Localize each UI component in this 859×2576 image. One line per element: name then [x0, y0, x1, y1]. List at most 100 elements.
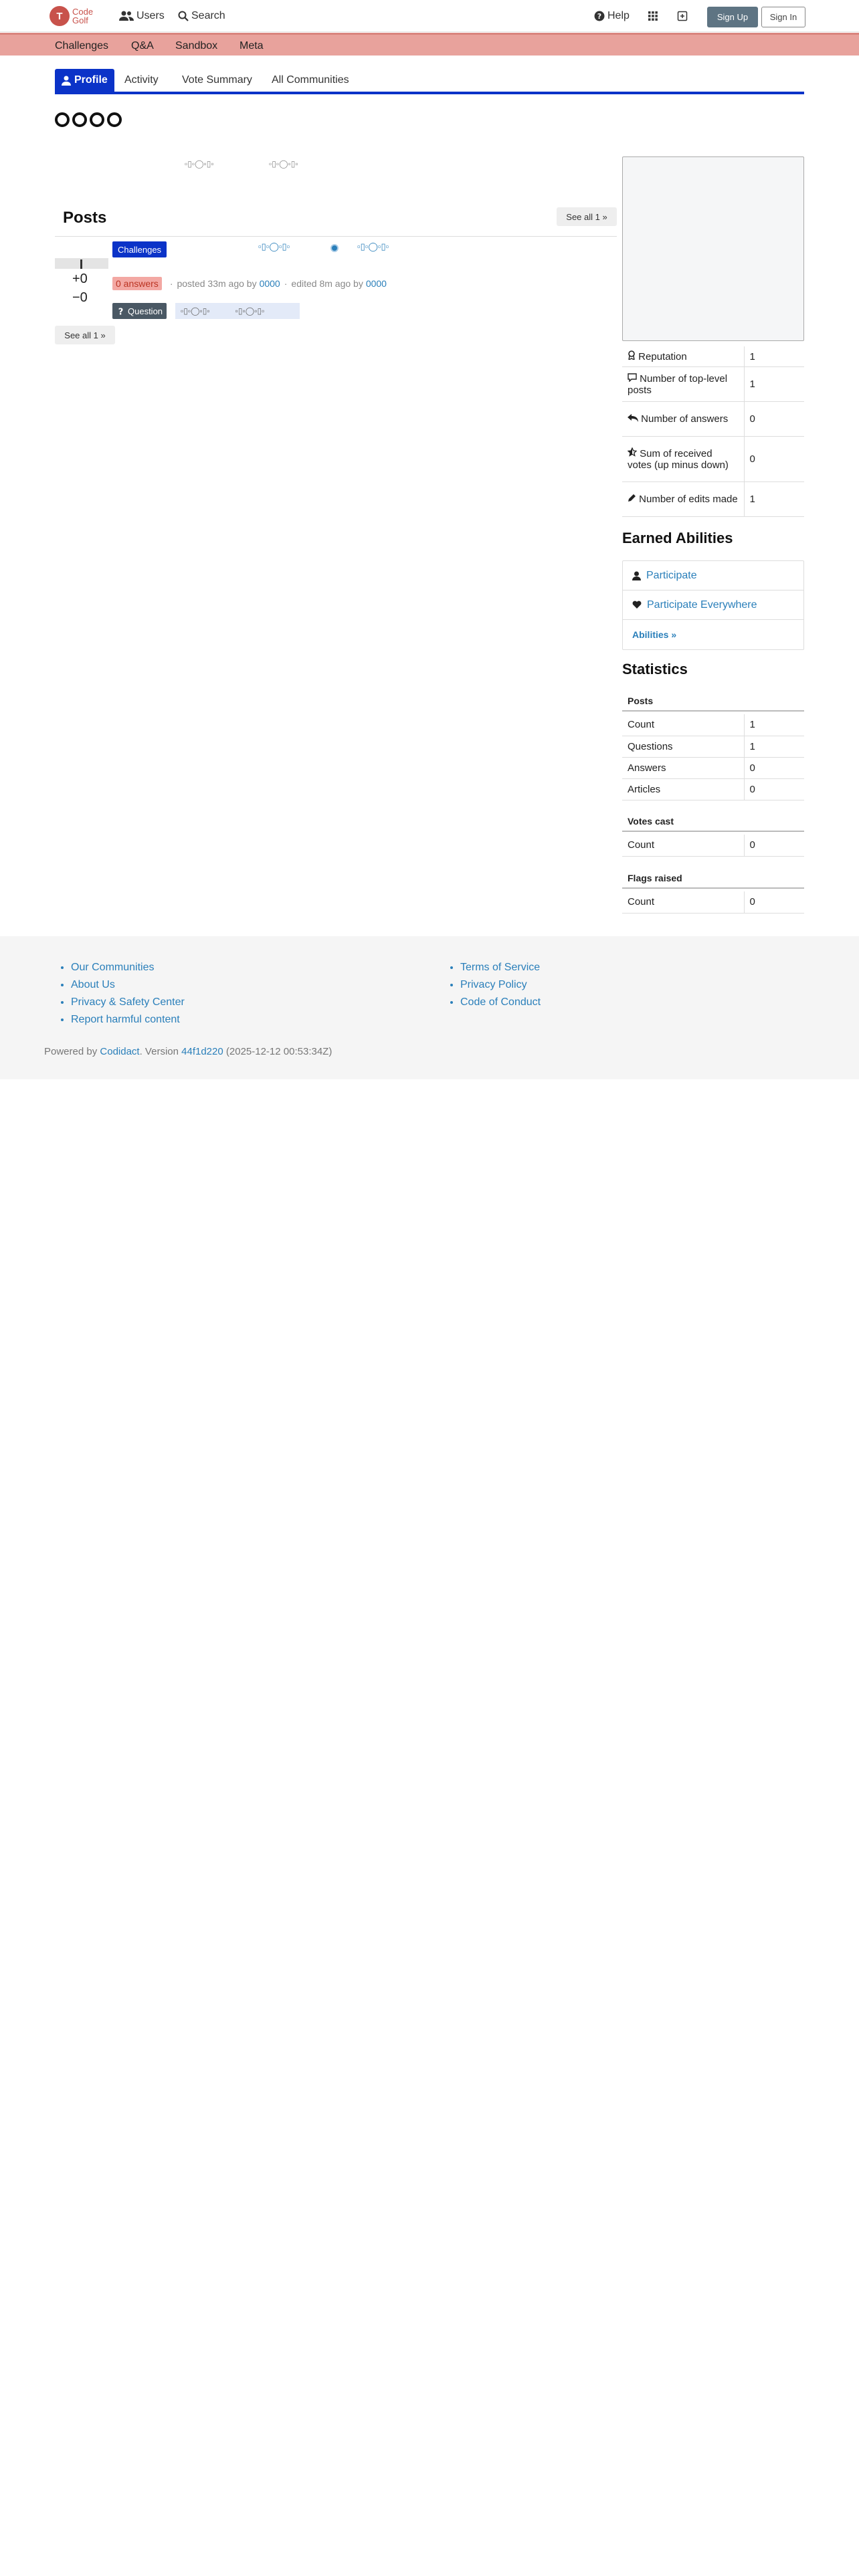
sign-in-button[interactable]: Sign In: [761, 7, 805, 27]
stats-row: Articles 0: [622, 778, 804, 800]
post-status-dot: [330, 244, 339, 252]
top-bar: T Code Golf Users Search ? Help Sign Up …: [0, 0, 859, 32]
profile-tabs: Profile Activity Vote Summary All Commun…: [55, 69, 804, 94]
category-meta[interactable]: Meta: [240, 40, 264, 52]
award-icon: [628, 350, 635, 361]
posted-user-link[interactable]: 0000: [260, 278, 280, 289]
codidact-link[interactable]: Codidact: [100, 1046, 139, 1057]
logo-mark: T: [50, 6, 70, 26]
svg-text:?: ?: [118, 307, 124, 316]
category-sandbox[interactable]: Sandbox: [175, 40, 217, 52]
tab-all-communities[interactable]: All Communities: [265, 69, 356, 92]
stats-flags-heading: Flags raised: [622, 873, 804, 889]
post-title-link[interactable]: ▫▯▫◯▫▯▫: [357, 241, 389, 252]
star-half-icon: [627, 447, 638, 457]
sign-up-button[interactable]: Sign Up: [707, 7, 758, 27]
users-link[interactable]: Users: [119, 10, 165, 22]
profile-glyph-text: ▫▯▫◯▫▯▫: [185, 159, 214, 169]
username-glyph: [90, 112, 104, 127]
posted-text: posted 33m ago by: [177, 278, 257, 289]
users-label: Users: [136, 10, 165, 21]
footer-links-right: Terms of Service Privacy Policy Code of …: [444, 962, 541, 1014]
footer-link[interactable]: Report harmful content: [71, 1014, 185, 1026]
tag-link[interactable]: ▫▯▫◯▫▯▫: [181, 306, 210, 316]
tab-vote-summary[interactable]: Vote Summary: [175, 69, 259, 92]
summary-row: Sum of received votes (up minus down) 0: [622, 436, 804, 482]
footer-link[interactable]: Our Communities: [71, 962, 185, 974]
heart-icon: [632, 601, 642, 609]
profile-username: [55, 112, 124, 127]
see-all-posts-bottom-button[interactable]: See all 1 »: [55, 326, 115, 344]
downvote-count: −0: [72, 290, 88, 305]
footer-link[interactable]: About Us: [71, 979, 185, 991]
footer-link[interactable]: Privacy & Safety Center: [71, 996, 185, 1008]
search-icon: [178, 11, 189, 21]
stats-flags-table: Count 0: [622, 891, 804, 914]
post-category-badge[interactable]: Challenges: [112, 241, 167, 257]
inbox-icon[interactable]: [676, 9, 689, 23]
footer-link[interactable]: Privacy Policy: [460, 979, 541, 991]
edited-text: edited 8m ago by: [291, 278, 363, 289]
pencil-icon: [628, 494, 636, 502]
see-all-posts-button[interactable]: See all 1 »: [557, 207, 617, 226]
stats-posts-heading: Posts: [622, 695, 804, 712]
footer-links-left: Our Communities About Us Privacy & Safet…: [55, 962, 185, 1031]
comment-icon: [628, 372, 637, 383]
user-icon: [62, 76, 71, 86]
summary-row: Number of top-level posts 1: [622, 366, 804, 402]
summary-row: Number of edits made 1: [622, 481, 804, 517]
post-tags: ▫▯▫◯▫▯▫ ▫▯▫◯▫▯▫: [175, 303, 300, 319]
edited-user-link[interactable]: 0000: [366, 278, 387, 289]
users-icon: [119, 11, 134, 21]
stats-votes-table: Count 0: [622, 835, 804, 857]
username-glyph: [72, 112, 87, 127]
search-link[interactable]: Search: [178, 10, 225, 22]
tab-profile-label: Profile: [74, 74, 108, 86]
version-link[interactable]: 44f1d220: [181, 1046, 223, 1057]
summary-row: Number of answers 0: [622, 401, 804, 437]
earned-abilities-title: Earned Abilities: [622, 530, 733, 546]
upvote-count: +0: [72, 272, 88, 286]
post-meta: 0 answers · posted 33m ago by 0000 · edi…: [112, 277, 387, 290]
logo-text: Code Golf: [72, 7, 94, 25]
profile-glyph-text: ▫▯▫◯▫▯▫: [269, 159, 298, 169]
help-link[interactable]: ? Help: [594, 10, 630, 22]
vote-tick: [80, 259, 82, 269]
username-glyph: [107, 112, 122, 127]
footer-link[interactable]: Code of Conduct: [460, 996, 541, 1008]
abilities-more-link[interactable]: Abilities »: [623, 620, 803, 649]
powered-by: Powered by Codidact. Version 44f1d220 (2…: [44, 1046, 332, 1057]
stats-votes-heading: Votes cast: [622, 816, 804, 832]
category-bar: Challenges Q&A Sandbox Meta: [0, 33, 859, 56]
tab-profile[interactable]: Profile: [55, 69, 114, 92]
svg-text:?: ?: [597, 12, 601, 21]
stats-row: Count 0: [622, 835, 804, 857]
statistics-title: Statistics: [622, 661, 688, 677]
post-type-badge: ? Question: [112, 303, 167, 319]
category-qa[interactable]: Q&A: [131, 40, 154, 52]
ability-participate-everywhere[interactable]: Participate Everywhere: [623, 591, 803, 620]
username-glyph: [55, 112, 70, 127]
site-logo[interactable]: T Code Golf: [50, 6, 93, 26]
profile-summary-table: Reputation 1 Number of top-level posts 1…: [622, 346, 804, 517]
stats-row: Count 1: [622, 714, 804, 736]
tab-activity[interactable]: Activity: [118, 69, 165, 92]
profile-avatar-placeholder: [622, 156, 804, 341]
apps-grid-icon[interactable]: [646, 9, 660, 23]
stats-row: Questions 1: [622, 736, 804, 758]
posts-title: Posts: [63, 209, 107, 227]
posts-header: Posts See all 1 »: [55, 205, 617, 237]
user-icon: [632, 571, 641, 580]
post-title-link[interactable]: ▫▯▫◯▫▯▫: [258, 241, 290, 252]
question-icon: ?: [118, 307, 124, 316]
footer-link[interactable]: Terms of Service: [460, 962, 541, 974]
stats-row: Count 0: [622, 891, 804, 914]
summary-row: Reputation 1: [622, 346, 804, 367]
category-challenges[interactable]: Challenges: [55, 40, 108, 52]
stats-posts-table: Count 1 Questions 1 Answers 0 Articles 0: [622, 714, 804, 800]
answers-badge: 0 answers: [112, 277, 162, 290]
search-label: Search: [191, 10, 225, 21]
ability-participate[interactable]: Participate: [623, 561, 803, 591]
help-label: Help: [607, 10, 630, 21]
tag-link[interactable]: ▫▯▫◯▫▯▫: [235, 306, 265, 316]
